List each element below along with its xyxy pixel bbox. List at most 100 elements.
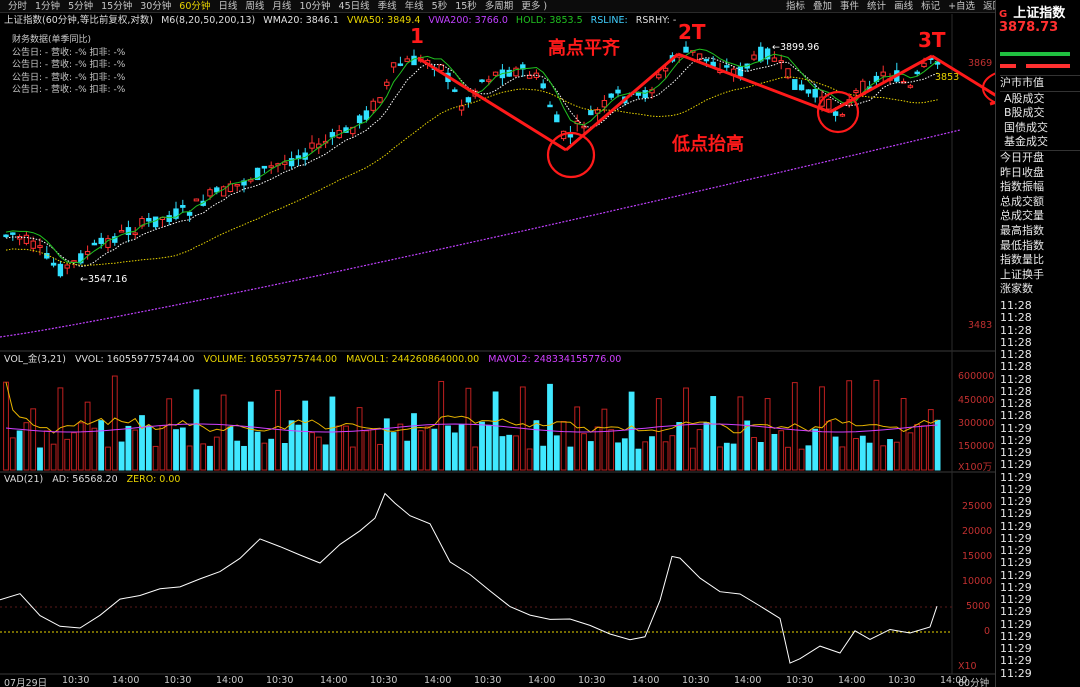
candle-body — [812, 88, 818, 98]
annotation-2t: 2T — [678, 20, 706, 44]
tick-time: 11:29 — [1000, 654, 1032, 668]
candle-body — [615, 89, 621, 94]
candle-body — [751, 54, 757, 60]
volume-bar — [336, 425, 343, 471]
volume-bar — [98, 420, 105, 471]
vad-title: VAD(21) — [4, 474, 44, 485]
volume-bar — [893, 441, 900, 471]
volume-bar — [553, 435, 560, 471]
vol-axis-300000: 300000 — [958, 418, 995, 429]
volume-bar — [615, 442, 621, 471]
volume-bar — [866, 442, 873, 471]
time-axis: 07月29日 10:30 14:00 10:30 14:00 10:30 14:00 10:3… — [4, 675, 994, 687]
volume-bar — [703, 422, 710, 471]
volume-bar — [329, 396, 336, 471]
tick-time: 11:28 — [1000, 360, 1032, 374]
volume-label: VOLUME: 160559775744.00 — [203, 354, 338, 365]
candle-body — [57, 263, 64, 277]
candle-body — [30, 240, 36, 249]
candle-body — [118, 230, 125, 233]
menu-item[interactable]: 指数量比 — [1000, 253, 1080, 268]
volume-bar — [540, 445, 547, 471]
volume-bar — [43, 430, 50, 471]
menu-item[interactable]: 指数振幅 — [1000, 180, 1080, 195]
candle-body — [642, 90, 648, 99]
candle-body — [404, 58, 410, 62]
volume-bar — [254, 431, 261, 471]
volume-bar — [3, 381, 9, 471]
volume-bar — [411, 413, 417, 471]
candle-body — [146, 217, 152, 222]
volume-bar — [125, 425, 132, 471]
time-tick: 14:00 — [838, 675, 866, 686]
volume-bar — [356, 407, 363, 471]
volume-bar — [349, 446, 356, 471]
candle-body — [826, 98, 832, 110]
menu-item[interactable]: A股成交 — [1000, 92, 1080, 107]
volume-bar — [655, 398, 662, 471]
volume-legend: VOL_金(3,21) VVOL: 160559775744.00 VOLUME… — [4, 354, 627, 366]
volume-bar — [907, 432, 914, 471]
vwa200-line — [0, 129, 961, 338]
volume-bar — [179, 427, 186, 471]
quote-title: G 上证指数 — [999, 2, 1065, 21]
menu-item[interactable]: 今日开盘 — [1000, 151, 1080, 166]
red-bar-right — [1026, 64, 1070, 68]
time-tick: 10:30 — [786, 675, 814, 686]
menu-item[interactable]: 最低指数 — [1000, 239, 1080, 254]
index-title: 上证指数 — [1013, 6, 1066, 21]
volume-bar — [594, 426, 601, 471]
candle-body — [724, 65, 730, 68]
menu-item[interactable]: 上证换手 — [1000, 268, 1080, 283]
candle-body — [737, 66, 744, 77]
volume-bar — [424, 426, 431, 471]
low-price-value: 3547.16 — [87, 274, 128, 285]
volume-bar — [9, 437, 16, 471]
tick-time: 11:29 — [1000, 421, 1032, 435]
volume-bar — [315, 436, 322, 471]
candle-body — [50, 262, 57, 266]
volume-bar — [261, 442, 268, 471]
volume-bar — [288, 420, 295, 471]
vad-axis-0: 0 — [984, 626, 991, 637]
kline-chart[interactable] — [0, 0, 995, 687]
menu-header[interactable]: 沪市市值 — [1000, 75, 1080, 92]
candle-body — [492, 71, 499, 76]
volume-bar — [751, 436, 757, 471]
candle-body — [397, 63, 404, 66]
candle-body — [547, 104, 553, 108]
volume-bar — [669, 435, 676, 471]
volume-bar — [37, 447, 43, 471]
volume-bar — [166, 398, 173, 471]
volume-bar — [275, 389, 281, 471]
tick-time: 11:28 — [1000, 311, 1032, 325]
candle-body — [601, 100, 608, 108]
candle-body — [540, 83, 546, 89]
volume-bar — [485, 424, 492, 471]
ad-label: AD: 56568.20 — [52, 474, 118, 485]
time-tick: 14:00 — [320, 675, 348, 686]
volume-bar — [472, 446, 479, 471]
menu-item[interactable]: B股成交 — [1000, 106, 1080, 121]
menu-item[interactable]: 涨家数 — [1000, 282, 1080, 297]
volume-bar — [64, 438, 71, 471]
volume-bar — [118, 441, 125, 471]
volume-bar — [383, 418, 390, 471]
vwa50-line — [5, 76, 938, 266]
volume-bar — [499, 436, 506, 471]
volume-bar — [111, 375, 118, 471]
menu-item[interactable]: 基金成交 — [1000, 135, 1080, 150]
volume-bar — [601, 408, 608, 471]
time-tick: 10:30 — [474, 675, 502, 686]
tick-time: 11:29 — [1000, 556, 1032, 570]
menu-item[interactable]: 总成交量 — [1000, 209, 1080, 224]
menu-item[interactable]: 最高指数 — [1000, 224, 1080, 239]
volume-bar — [16, 430, 23, 471]
menu-item[interactable]: 昨日收盘 — [1000, 166, 1080, 181]
menu-item[interactable]: 总成交额 — [1000, 195, 1080, 210]
circle-low-1 — [546, 131, 596, 179]
candle-body — [23, 234, 30, 244]
vol-axis-150000: 150000 — [958, 441, 995, 452]
volume-bar — [458, 424, 465, 471]
menu-item[interactable]: 国债成交 — [1000, 121, 1080, 136]
